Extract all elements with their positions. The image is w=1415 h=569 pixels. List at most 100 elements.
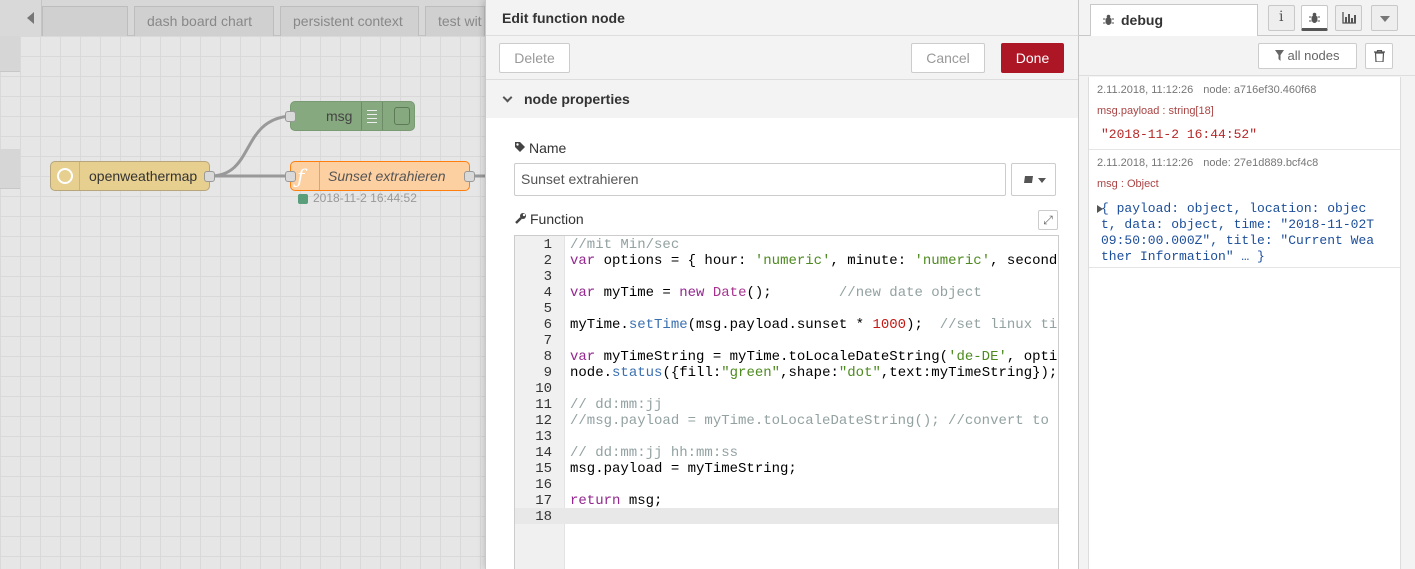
line-number: 12 [535,413,552,429]
code-line[interactable] [570,429,1058,445]
line-number: 9 [543,365,552,381]
icon-select-button[interactable] [1011,163,1056,196]
filter-icon [1275,50,1285,61]
code-line[interactable]: // dd:mm:jj [570,397,1058,413]
scroll-left-button[interactable] [0,0,42,36]
node-divider [79,162,80,190]
line-number: 3 [543,269,552,285]
section-node-properties[interactable]: node properties [486,80,1078,118]
code-line[interactable] [570,477,1058,493]
code-line[interactable] [570,381,1058,397]
name-input[interactable]: Sunset extrahieren [514,163,1006,196]
clear-log-button[interactable] [1365,43,1393,69]
debug-node-msg[interactable]: msg [285,101,415,131]
debug-message[interactable]: 2.11.2018, 11:12:26 node: 27e1d889.bcf4c8… [1089,150,1400,268]
inject-node-openweathermap[interactable]: openweathermap [50,161,215,191]
node-status-text: 2018-11-2 16:44:52 [313,191,417,205]
function-icon: ƒ [297,164,305,188]
message-node-id[interactable]: node: a716ef30.460f68 [1203,84,1316,96]
tray-title: Edit function node [486,0,1078,36]
status-dot-icon [298,194,308,204]
code-line[interactable]: msg.payload = myTimeString; [570,461,1058,477]
code-line[interactable]: return msg; [570,493,1058,509]
code-editor[interactable]: 1 2 3 4 5 6 7 8 9 10 11 12 13 14 15 16 17 18 //mit Min/se… [514,235,1059,569]
delete-button[interactable]: Delete [499,43,570,73]
input-port[interactable] [285,111,296,122]
filter-nodes-button[interactable]: all nodes [1258,43,1357,69]
sidebar: debug i all nodes 2.11.2018, 11:12:26 no… [1078,0,1415,569]
inject-node-label: openweathermap [89,168,198,184]
debug-message[interactable]: 2.11.2018, 11:12:26 node: a716ef30.460f68… [1089,77,1400,150]
code-line[interactable]: //mit Min/sec [570,237,1058,253]
object-preview[interactable]: { payload: object, location: object, dat… [1097,201,1400,265]
code-line[interactable] [570,333,1058,349]
done-button[interactable]: Done [1001,43,1064,73]
output-port[interactable] [204,171,215,182]
edit-tray: Edit function node Delete Cancel Done no… [485,0,1078,569]
input-port[interactable] [285,171,296,182]
message-timestamp: 2.11.2018, 11:12:26 [1097,157,1194,169]
message-value[interactable]: "2018-11-2 16:44:52" [1101,127,1400,143]
line-number: 5 [543,301,552,317]
line-number: 16 [535,477,552,493]
code-line[interactable] [570,509,1058,525]
code-line[interactable]: node.status({fill:"green",shape:"dot",te… [570,365,1058,381]
output-port[interactable] [464,171,475,182]
tag-icon [515,142,525,152]
workspace: dash board chart persistent context test… [0,0,485,569]
debug-tab-button[interactable] [1301,5,1328,31]
dashboard-tab-button[interactable] [1335,5,1362,31]
info-tab-button[interactable]: i [1268,5,1295,31]
wire-to-msg[interactable] [209,114,291,178]
workspace-tab-blank[interactable] [42,6,128,36]
function-node-sunset[interactable]: ƒ Sunset extrahieren [285,161,475,191]
bug-icon [1103,14,1114,25]
debug-node-label: msg [326,108,353,124]
code-line[interactable]: var options = { hour: 'numeric', minute:… [570,253,1058,269]
info-icon: i [1279,9,1284,25]
message-topic: msg : Object [1097,178,1159,190]
expand-editor-button[interactable]: ⤢ [1038,210,1058,230]
caret-down-icon [1038,178,1046,183]
caret-down-icon [1380,16,1390,22]
workspace-tab-persistent-context[interactable]: persistent context [280,6,419,36]
code-line[interactable]: // dd:mm:jj hh:mm:ss [570,445,1058,461]
function-label: Function [530,211,584,227]
bug-icon [1309,12,1320,23]
message-meta: 2.11.2018, 11:12:26 node: 27e1d889.bcf4c8 [1097,157,1400,171]
expand-arrow-icon[interactable] [1097,205,1103,213]
cancel-button[interactable]: Cancel [911,43,985,73]
line-number: 4 [543,285,552,301]
line-number: 10 [535,381,552,397]
line-number: 2 [543,253,552,269]
function-node-label: Sunset extrahieren [328,168,446,184]
chevron-left-icon [27,12,34,24]
sidebar-menu-button[interactable] [1371,5,1398,31]
code-line[interactable] [570,269,1058,285]
tab-debug[interactable]: debug [1090,4,1258,36]
line-number: 15 [535,461,552,477]
code-line[interactable]: //msg.payload = myTime.toLocaleDateStrin… [570,413,1058,429]
code-line[interactable]: var myTime = new Date(); //new date obje… [570,285,1058,301]
line-number: 8 [543,349,552,365]
code-line[interactable]: myTime.setTime(msg.payload.sunset * 1000… [570,317,1058,333]
bar-chart-icon [1342,12,1356,24]
filter-label: all nodes [1287,48,1340,63]
message-meta: 2.11.2018, 11:12:26 node: a716ef30.460f68 [1097,84,1400,98]
debug-toggle-button[interactable] [394,107,410,125]
line-number: 13 [535,429,552,445]
workspace-tabbar: dash board chart persistent context test… [0,0,485,36]
line-number: 6 [543,317,552,333]
code-line[interactable]: var myTimeString = myTime.toLocaleDateSt… [570,349,1058,365]
tab-debug-label: debug [1121,12,1163,28]
section-label: node properties [524,91,630,107]
debug-message-list[interactable]: 2.11.2018, 11:12:26 node: a716ef30.460f68… [1088,77,1401,569]
workspace-tab-test[interactable]: test wit [425,6,485,36]
code-line[interactable] [570,301,1058,317]
expand-icon: ⤢ [1043,213,1053,227]
tray-toolbar: Delete Cancel Done [486,36,1078,80]
flow-canvas[interactable]: msg openweathermap ƒ Sunset extrahieren [0,36,485,569]
message-node-id[interactable]: node: 27e1d889.bcf4c8 [1203,157,1318,169]
workspace-tab-dash-board-chart[interactable]: dash board chart [134,6,274,36]
message-topic: msg.payload : string[18] [1097,105,1214,117]
